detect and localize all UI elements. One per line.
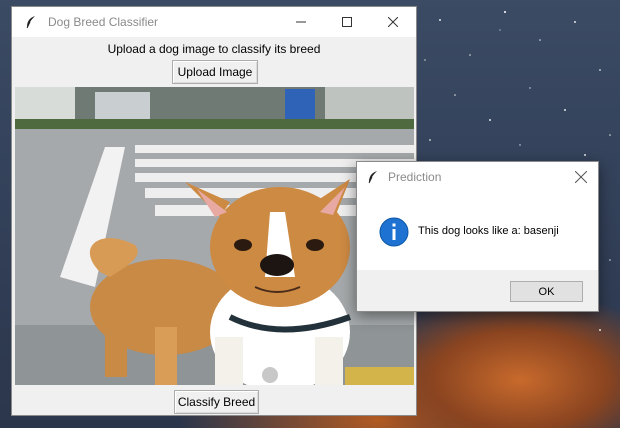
minimize-button[interactable] [278, 7, 324, 37]
close-icon [575, 171, 587, 183]
maximize-button[interactable] [324, 7, 370, 37]
dialog-titlebar[interactable]: Prediction [357, 162, 598, 192]
maximize-icon [342, 17, 352, 27]
info-icon [379, 217, 409, 247]
main-window-title: Dog Breed Classifier [48, 15, 159, 29]
prediction-dialog: Prediction This dog looks like a: basenj… [356, 161, 599, 312]
ok-button[interactable]: OK [510, 281, 583, 302]
prompt-label: Upload a dog image to classify its breed [107, 42, 321, 56]
prediction-message: This dog looks like a: basenji [418, 225, 559, 237]
upload-image-button[interactable]: Upload Image [172, 60, 258, 84]
dialog-body: This dog looks like a: basenji [357, 192, 598, 270]
feather-icon [366, 170, 380, 184]
dialog-close-button[interactable] [564, 162, 598, 192]
main-titlebar[interactable]: Dog Breed Classifier [12, 7, 416, 37]
close-icon [388, 17, 398, 27]
minimize-icon [296, 21, 306, 23]
classify-breed-button[interactable]: Classify Breed [174, 390, 259, 414]
feather-icon [24, 15, 38, 29]
dialog-title: Prediction [388, 170, 442, 184]
close-button[interactable] [370, 7, 416, 37]
dog-image [15, 87, 414, 385]
